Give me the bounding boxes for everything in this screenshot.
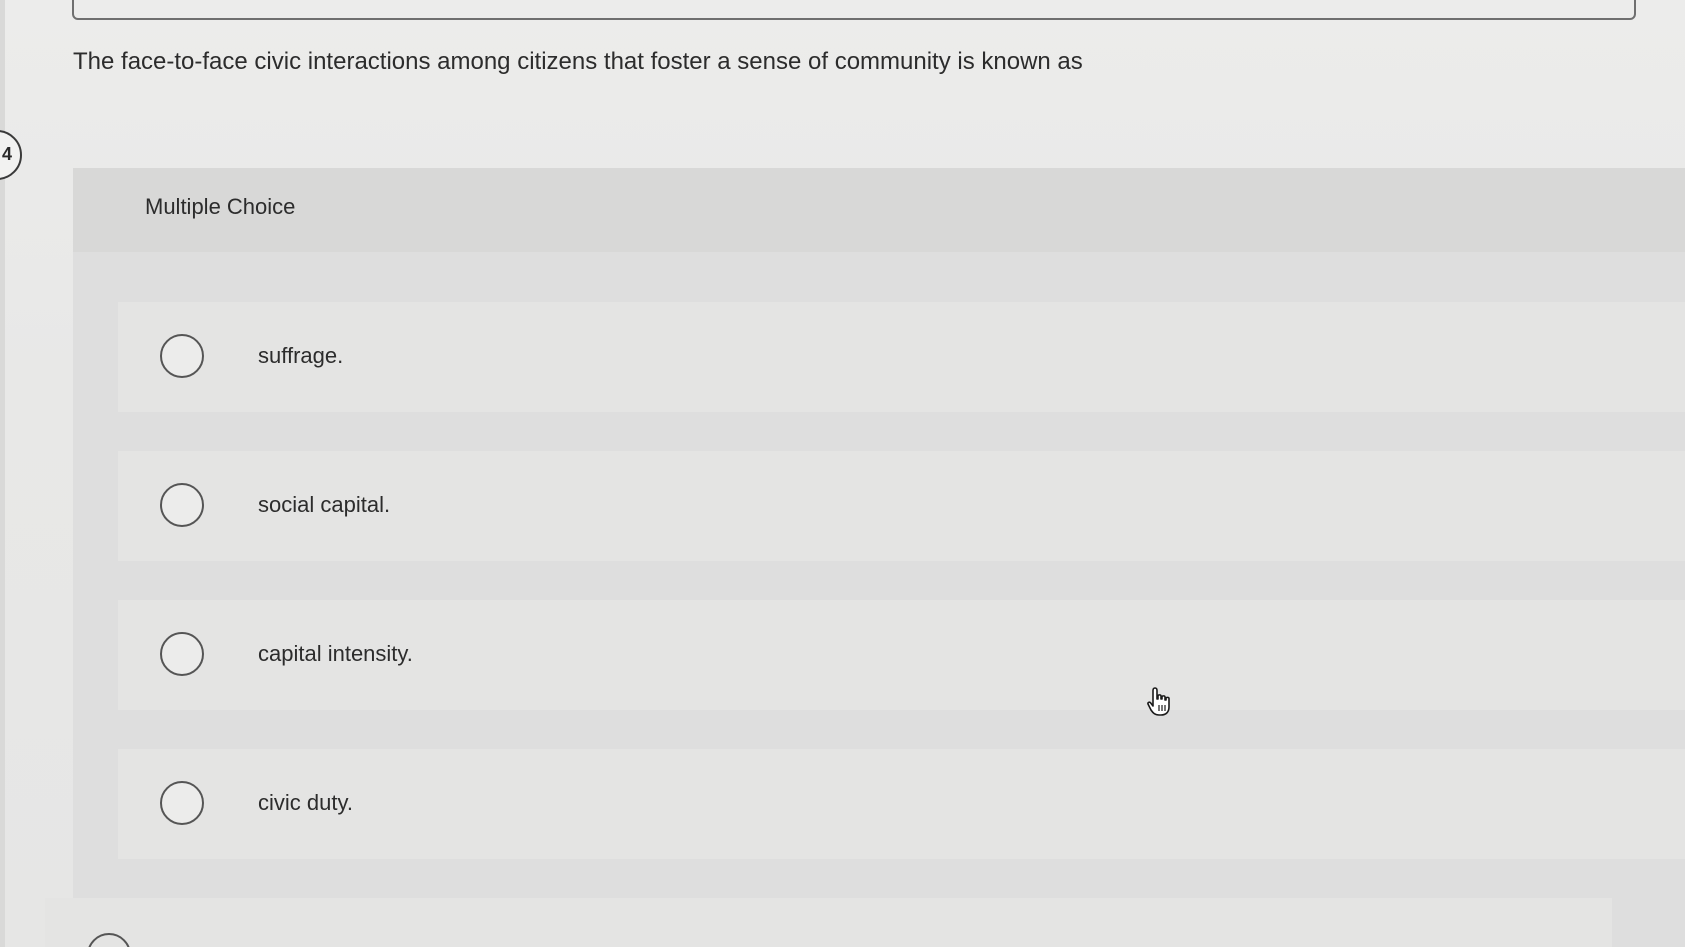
- previous-section-box: [72, 0, 1636, 20]
- radio-circle-icon[interactable]: [160, 781, 204, 825]
- answer-option-label: civic duty.: [258, 790, 353, 815]
- answer-option-capital-intensity[interactable]: capital intensity.: [118, 600, 1685, 710]
- answer-option-label: social capital.: [258, 492, 391, 517]
- question-number: 4: [1, 144, 12, 164]
- radio-circle-icon[interactable]: [160, 334, 204, 378]
- answer-option-civic-duty[interactable]: civic duty.: [118, 749, 1685, 859]
- answer-option-social-capital[interactable]: social capital.: [118, 451, 1685, 561]
- question-text: The face-to-face civic interactions amon…: [73, 48, 1083, 75]
- answer-option-suffrage[interactable]: suffrage.: [118, 302, 1685, 412]
- multiple-choice-header: Multiple Choice: [73, 168, 1685, 252]
- multiple-choice-label: Multiple Choice: [145, 194, 296, 219]
- answer-option-label: suffrage.: [258, 343, 344, 368]
- answer-option-partial[interactable]: [45, 898, 1612, 947]
- question-number-badge: 4: [0, 130, 22, 180]
- radio-circle-icon[interactable]: [160, 483, 204, 527]
- radio-circle-icon[interactable]: [160, 632, 204, 676]
- multiple-choice-panel: Multiple Choice suffrage. social capital…: [73, 168, 1685, 947]
- hand-pointer-icon: [1147, 687, 1170, 716]
- quiz-page: 4 The face-to-face civic interactions am…: [0, 0, 1685, 947]
- answer-option-label: capital intensity.: [258, 641, 413, 666]
